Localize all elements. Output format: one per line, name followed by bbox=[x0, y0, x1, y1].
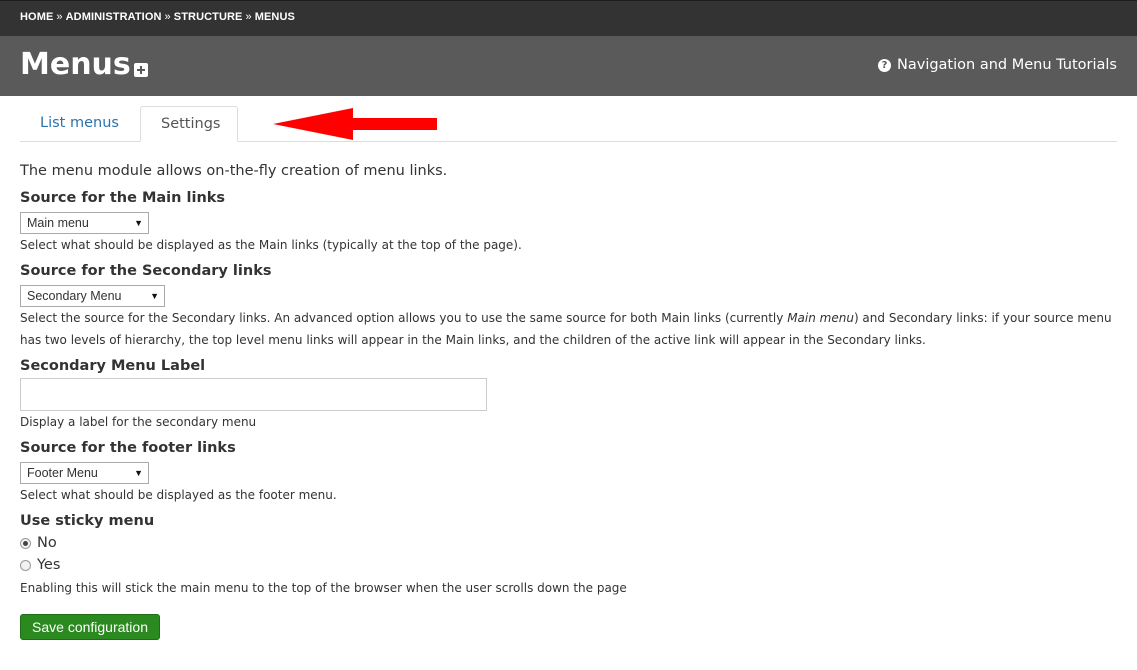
breadcrumb: HOME» ADMINISTRATION» STRUCTURE» MENUS bbox=[20, 11, 295, 23]
breadcrumb-bar: HOME» ADMINISTRATION» STRUCTURE» MENUS bbox=[0, 0, 1137, 36]
tab-list-menus[interactable]: List menus bbox=[20, 106, 138, 141]
sticky-menu-option-yes-label[interactable]: Yes bbox=[37, 557, 60, 573]
breadcrumb-separator: » bbox=[56, 11, 63, 23]
secondary-links-description-part1: Select the source for the Secondary link… bbox=[20, 311, 788, 325]
radio-checked-icon[interactable] bbox=[20, 537, 31, 549]
secondary-menu-label-label: Secondary Menu Label bbox=[20, 358, 206, 374]
footer-links-select[interactable]: Footer Menu ▼ bbox=[20, 462, 149, 484]
red-arrow-icon bbox=[273, 108, 437, 140]
main-links-description: Select what should be displayed as the M… bbox=[20, 238, 522, 252]
secondary-links-description: Select the source for the Secondary link… bbox=[20, 307, 1120, 351]
save-configuration-button[interactable]: Save configuration bbox=[20, 614, 160, 640]
footer-links-label: Source for the footer links bbox=[20, 440, 236, 456]
help-link-label[interactable]: Navigation and Menu Tutorials bbox=[897, 57, 1117, 73]
secondary-links-description-current: Main menu bbox=[787, 311, 854, 325]
main-links-label: Source for the Main links bbox=[20, 190, 226, 206]
secondary-links-select-value: Secondary Menu bbox=[27, 289, 122, 303]
sticky-menu-option-no-label[interactable]: No bbox=[37, 535, 57, 551]
chevron-down-icon: ▼ bbox=[150, 291, 159, 301]
breadcrumb-separator: » bbox=[245, 11, 252, 23]
sticky-menu-option-no[interactable]: No bbox=[20, 535, 57, 551]
secondary-menu-label-description: Display a label for the secondary menu bbox=[20, 415, 257, 429]
title-bar: Menus ? Navigation and Menu Tutorials bbox=[0, 36, 1137, 96]
breadcrumb-menus[interactable]: MENUS bbox=[255, 11, 295, 23]
tab-settings[interactable]: Settings bbox=[140, 106, 238, 142]
footer-links-select-value: Footer Menu bbox=[27, 466, 98, 480]
secondary-links-label: Source for the Secondary links bbox=[20, 263, 272, 279]
form-intro: The menu module allows on-the-fly creati… bbox=[20, 163, 448, 179]
tabs: List menus Settings bbox=[20, 106, 1117, 142]
sticky-menu-description: Enabling this will stick the main menu t… bbox=[20, 581, 627, 595]
sticky-menu-label: Use sticky menu bbox=[20, 513, 155, 529]
question-circle-icon: ? bbox=[878, 58, 891, 72]
main-links-select-value: Main menu bbox=[27, 216, 89, 230]
chevron-down-icon: ▼ bbox=[134, 468, 143, 478]
page-title: Menus bbox=[20, 47, 131, 82]
breadcrumb-separator: » bbox=[164, 11, 171, 23]
breadcrumb-home[interactable]: HOME bbox=[20, 11, 53, 23]
main-links-select[interactable]: Main menu ▼ bbox=[20, 212, 149, 234]
footer-links-description: Select what should be displayed as the f… bbox=[20, 488, 337, 502]
radio-unchecked-icon[interactable] bbox=[20, 559, 31, 571]
secondary-links-select[interactable]: Secondary Menu ▼ bbox=[20, 285, 165, 307]
chevron-down-icon: ▼ bbox=[134, 218, 143, 228]
add-menu-icon[interactable] bbox=[134, 63, 148, 77]
help-link[interactable]: ? Navigation and Menu Tutorials bbox=[878, 57, 1117, 73]
secondary-menu-label-input[interactable] bbox=[20, 378, 487, 411]
breadcrumb-administration[interactable]: ADMINISTRATION bbox=[66, 11, 162, 23]
sticky-menu-option-yes[interactable]: Yes bbox=[20, 557, 60, 573]
breadcrumb-structure[interactable]: STRUCTURE bbox=[174, 11, 243, 23]
